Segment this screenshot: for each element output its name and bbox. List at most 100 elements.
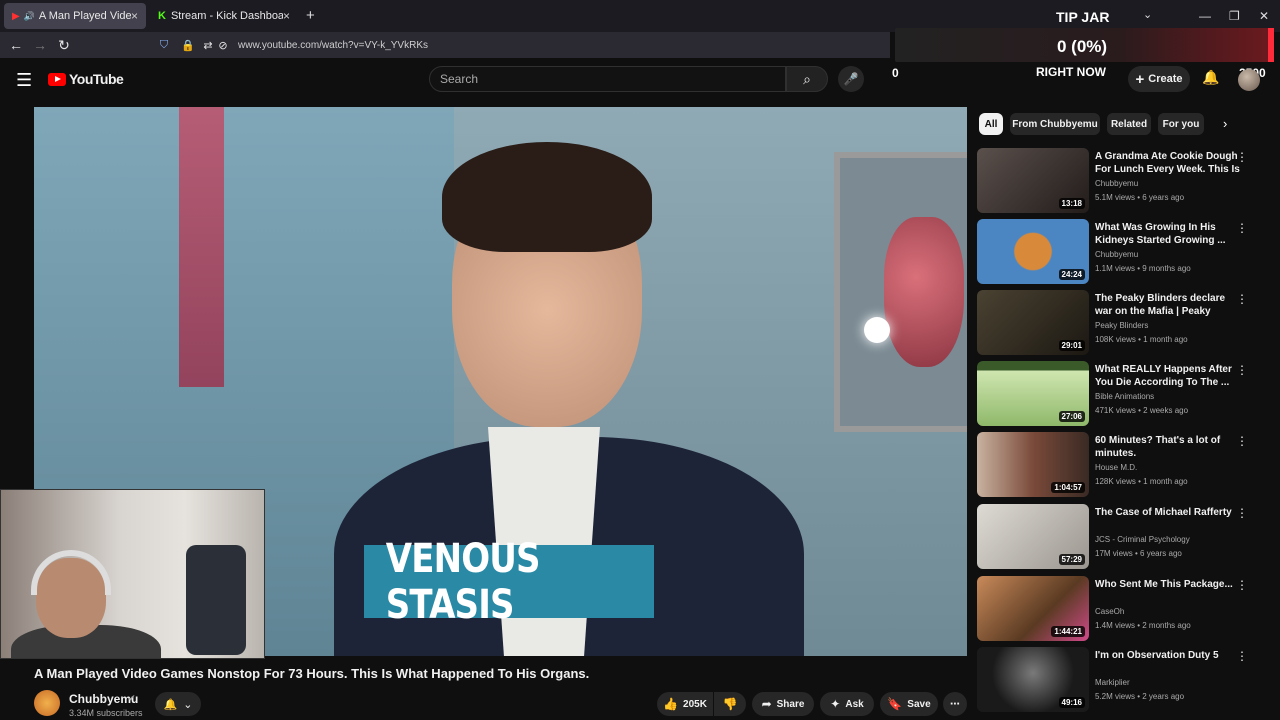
chevron-right-icon[interactable]: › [1223,116,1227,131]
recommendation-title[interactable]: 60 Minutes? That's a lot of minutes. [1095,434,1245,460]
video-thumbnail[interactable]: 24:24 [977,219,1089,284]
share-button[interactable]: ➦ Share [752,692,814,716]
channel-avatar[interactable] [34,690,60,716]
recommendation-channel[interactable]: Chubbyemu [1095,250,1138,259]
reload-icon[interactable]: ↻ [52,37,76,54]
tip-jar-amount: 0 (0%) [1057,37,1108,56]
more-actions-button[interactable]: ⋯ [943,692,967,716]
share-label: Share [776,698,805,710]
recommendation-item[interactable]: 29:01 The Peaky Blinders declare war on … [977,290,1267,358]
dislike-button[interactable]: 👎 [714,692,746,716]
recommendation-channel[interactable]: Markiplier [1095,678,1130,687]
video-thumbnail[interactable]: 29:01 [977,290,1089,355]
recommendation-item[interactable]: 1:04:57 60 Minutes? That's a lot of minu… [977,432,1267,500]
new-tab-button[interactable]: + [306,7,315,24]
recommendation-item[interactable]: 1:44:21 Who Sent Me This Package... Case… [977,576,1267,644]
chip-from-channel[interactable]: From Chubbyemu [1010,113,1100,135]
video-caption-overlay: VENOUS STASIS [364,536,654,628]
recommendation-item[interactable]: 57:29 The Case of Michael Rafferty JCS -… [977,504,1267,572]
bell-icon: 🔔 [163,698,178,711]
permissions-icon[interactable]: ⇄ [200,39,216,52]
more-vertical-icon[interactable]: ⋮ [1236,649,1248,663]
notifications-bell-icon[interactable]: 🔔 [1202,69,1219,86]
video-thumbnail[interactable]: 57:29 [977,504,1089,569]
hamburger-menu-icon[interactable]: ☰ [16,70,32,91]
recommendation-title[interactable]: The Case of Michael Rafferty [1095,506,1245,519]
recommendation-title[interactable]: I'm on Observation Duty 5 [1095,649,1245,662]
subscription-bell-button[interactable]: 🔔 ⌄ [155,692,201,716]
youtube-favicon-icon: ▶ [12,10,20,22]
lock-icon[interactable]: 🔒 [176,39,200,52]
recommendation-title[interactable]: The Peaky Blinders declare war on the Ma… [1095,292,1245,319]
tab-close-icon[interactable]: × [283,9,290,23]
more-vertical-icon[interactable]: ⋮ [1236,221,1248,235]
webcam-overlay [0,489,265,659]
recommendation-item[interactable]: 13:18 A Grandma Ate Cookie Dough For Lun… [977,148,1267,216]
minimize-icon[interactable]: — [1199,9,1211,23]
recommendation-item[interactable]: 49:16 I'm on Observation Duty 5 Markipli… [977,647,1267,715]
like-button[interactable]: 👍 205K [657,692,713,716]
more-vertical-icon[interactable]: ⋮ [1236,150,1248,164]
window-close-icon[interactable]: ✕ [1259,9,1269,23]
more-vertical-icon[interactable]: ⋮ [1236,434,1248,448]
shield-icon[interactable]: ⛉ [152,39,176,52]
tab-title: Stream - Kick Dashboard [170,10,283,22]
maximize-icon[interactable]: ❐ [1229,9,1240,23]
tip-jar-progress-marker [1268,28,1274,62]
duration-badge: 13:18 [1058,198,1085,209]
recommendation-channel[interactable]: Chubbyemu [1095,179,1138,188]
recommendation-item[interactable]: 24:24 What Was Growing In His Kidneys St… [977,219,1267,287]
recommendation-channel[interactable]: Bible Animations [1095,392,1154,401]
duration-badge: 27:06 [1058,411,1085,422]
recommendation-title[interactable]: Who Sent Me This Package... [1095,578,1245,591]
voice-search-button[interactable]: 🎤 [838,66,864,92]
recommendation-channel[interactable]: Peaky Blinders [1095,321,1148,330]
video-person-hair [442,142,652,252]
video-thumbnail[interactable]: 1:44:21 [977,576,1089,641]
forward-arrow-icon[interactable]: → [28,37,52,53]
more-vertical-icon[interactable]: ⋮ [1236,506,1248,520]
chip-for-you[interactable]: For you [1158,113,1204,135]
video-light-flare [864,317,890,343]
video-heart-artwork [884,217,964,367]
recommendation-meta: 128K views • 1 month ago [1095,477,1188,486]
kick-favicon-icon: K [158,10,166,22]
chevron-down-icon: ⌄ [183,698,193,711]
create-button[interactable]: + Create [1128,66,1190,92]
video-thumbnail[interactable]: 49:16 [977,647,1089,712]
video-thumbnail[interactable]: 13:18 [977,148,1089,213]
recommendation-title[interactable]: A Grandma Ate Cookie Dough For Lunch Eve… [1095,150,1245,177]
plus-icon: + [1135,70,1145,88]
recommendation-title[interactable]: What REALLY Happens After You Die Accord… [1095,363,1245,389]
tab-youtube[interactable]: ▶ 🔊 A Man Played Video Games × [4,3,146,29]
like-count: 205K [683,698,707,710]
ask-button[interactable]: ✦ Ask [820,692,874,716]
chevron-down-icon[interactable]: ⌄ [1143,8,1152,21]
more-vertical-icon[interactable]: ⋮ [1236,363,1248,377]
more-vertical-icon[interactable]: ⋮ [1236,292,1248,306]
create-label: Create [1148,73,1183,85]
recommendation-item[interactable]: 27:06 What REALLY Happens After You Die … [977,361,1267,429]
video-thumbnail[interactable]: 27:06 [977,361,1089,426]
search-button[interactable]: ⌕ [786,66,828,92]
url-bar[interactable]: www.youtube.com/watch?v=VY-k_YVkRKs [238,40,428,51]
save-button[interactable]: 🔖 Save [880,692,938,716]
youtube-logo[interactable]: YouTube [48,71,124,87]
search-input[interactable]: Search [429,66,786,92]
recommendation-channel[interactable]: CaseOh [1095,607,1124,616]
recommendation-channel[interactable]: JCS - Criminal Psychology [1095,535,1190,544]
recommendation-title[interactable]: What Was Growing In His Kidneys Started … [1095,221,1245,247]
video-thumbnail[interactable]: 1:04:57 [977,432,1089,497]
recommendation-channel[interactable]: House M.D. [1095,463,1137,472]
chip-related[interactable]: Related [1107,113,1151,135]
more-vertical-icon[interactable]: ⋮ [1236,578,1248,592]
search-icon: ⌕ [803,70,811,87]
account-avatar[interactable] [1238,69,1260,91]
tab-close-icon[interactable]: × [131,9,138,23]
ask-label: Ask [845,698,864,710]
tab-kick-dashboard[interactable]: K Stream - Kick Dashboard × [150,3,298,29]
chip-all[interactable]: All [979,113,1003,135]
duration-badge: 57:29 [1058,554,1085,565]
tracking-blocked-icon[interactable]: ⊘ [216,39,230,52]
back-arrow-icon[interactable]: ← [4,37,28,53]
